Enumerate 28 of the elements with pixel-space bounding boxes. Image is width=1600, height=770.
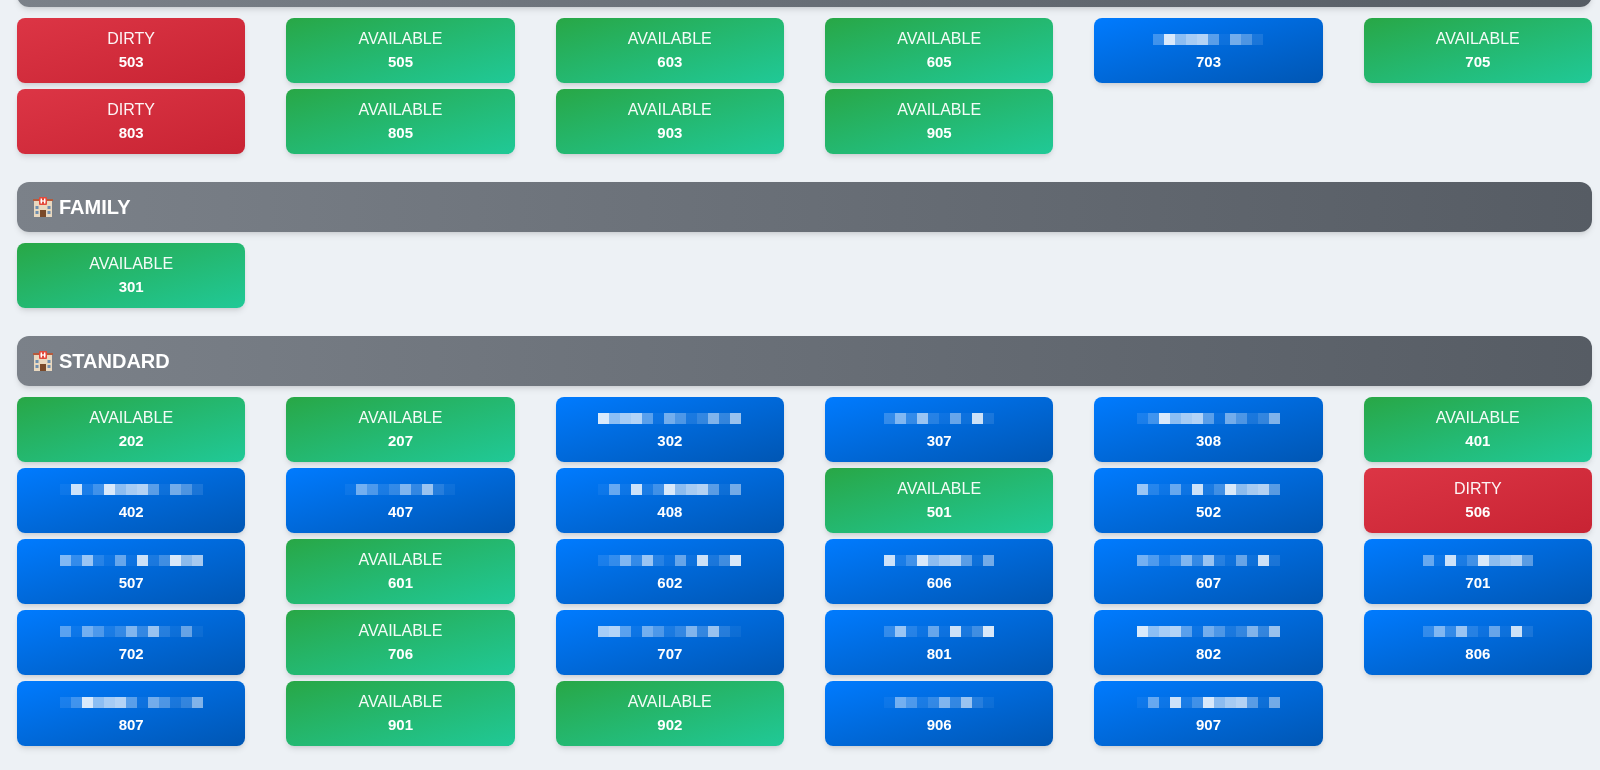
- room-card[interactable]: DIRTY 506: [1363, 468, 1592, 533]
- room-card[interactable]: 802: [1094, 610, 1323, 675]
- room-card[interactable]: DIRTY 503: [17, 18, 246, 83]
- room-card[interactable]: 701: [1363, 539, 1592, 604]
- section-title: FAMILY: [59, 197, 131, 217]
- room-card[interactable]: 307: [825, 397, 1054, 462]
- room-card[interactable]: DIRTY 803: [17, 89, 246, 154]
- room-card[interactable]: 507: [17, 539, 246, 604]
- room-card[interactable]: 407: [286, 468, 515, 533]
- room-card[interactable]: 801: [825, 610, 1054, 675]
- room-card[interactable]: 602: [555, 539, 784, 604]
- room-card[interactable]: 806: [1363, 610, 1592, 675]
- room-card[interactable]: 703: [1094, 18, 1323, 83]
- hotel-building-icon: [33, 197, 53, 217]
- section-title: STANDARD: [59, 351, 170, 371]
- room-card[interactable]: 906: [825, 681, 1054, 746]
- room-card[interactable]: 702: [17, 610, 246, 675]
- hotel-building-icon: [33, 351, 53, 371]
- room-card[interactable]: 402: [17, 468, 246, 533]
- room-card[interactable]: 707: [555, 610, 784, 675]
- room-card[interactable]: 502: [1094, 468, 1323, 533]
- room-card[interactable]: 607: [1094, 539, 1323, 604]
- room-card[interactable]: 807: [17, 681, 246, 746]
- room-card[interactable]: 308: [1094, 397, 1323, 462]
- room-card[interactable]: 302: [555, 397, 784, 462]
- room-card[interactable]: 408: [555, 468, 784, 533]
- room-card[interactable]: 606: [825, 539, 1054, 604]
- room-card[interactable]: 907: [1094, 681, 1323, 746]
